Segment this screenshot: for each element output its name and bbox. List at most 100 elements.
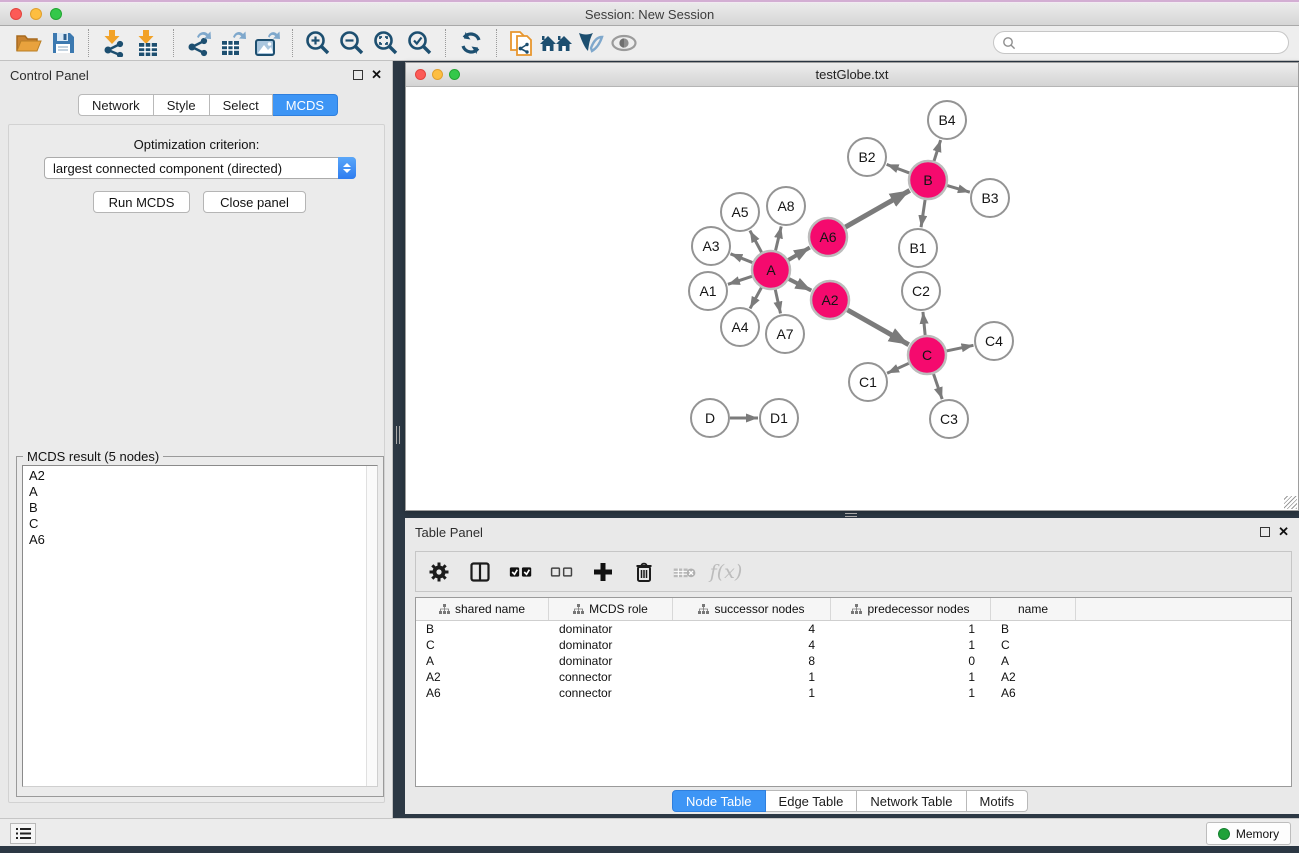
tab-style[interactable]: Style (154, 94, 210, 116)
close-window-button[interactable] (10, 8, 22, 20)
table-settings-button[interactable] (426, 559, 452, 585)
close-panel-button[interactable]: Close panel (203, 191, 306, 213)
graph-edge-C-C1[interactable] (887, 363, 909, 373)
network-file-button[interactable] (505, 28, 539, 58)
graph-edge-A-A1[interactable] (728, 276, 752, 284)
graph-node-C1[interactable]: C1 (849, 363, 887, 401)
graph-node-A7[interactable]: A7 (766, 315, 804, 353)
show-column-button[interactable] (467, 559, 493, 585)
minimize-network-window-button[interactable] (432, 69, 443, 80)
graph-edge-A-A8[interactable] (776, 226, 782, 250)
graph-node-D1[interactable]: D1 (760, 399, 798, 437)
close-network-window-button[interactable] (415, 69, 426, 80)
graph-node-B[interactable]: B (909, 161, 947, 199)
graph-edge-B-B2[interactable] (887, 164, 910, 173)
mcds-result-item[interactable]: A2 (23, 468, 365, 484)
float-panel-icon[interactable] (1260, 527, 1270, 537)
zoom-in-button[interactable] (301, 28, 335, 58)
table-splitter-grip[interactable] (845, 513, 857, 517)
import-network-button[interactable] (97, 28, 131, 58)
tab-edge-table[interactable]: Edge Table (766, 790, 858, 812)
list-scrollbar[interactable] (366, 466, 377, 786)
graph-edge-A-A6[interactable] (788, 248, 810, 260)
close-panel-icon[interactable]: ✕ (1278, 527, 1289, 537)
network-canvas[interactable]: B4B2BB3A5A8A6A3B1AA1A2C2A4A7C4CC1C3DD1 (406, 87, 1298, 510)
tab-mcds[interactable]: MCDS (273, 94, 338, 116)
home-button[interactable] (539, 28, 573, 58)
import-table-button[interactable] (131, 28, 165, 58)
graph-edge-C-C2[interactable] (923, 312, 925, 335)
table-row[interactable]: A2connector11A2 (416, 669, 1291, 685)
graph-edge-C-C3[interactable] (934, 374, 943, 399)
graph-node-A5[interactable]: A5 (721, 193, 759, 231)
tab-network[interactable]: Network (78, 94, 154, 116)
export-image-button[interactable] (250, 28, 284, 58)
style-editor-button[interactable] (573, 28, 607, 58)
graph-node-C[interactable]: C (908, 336, 946, 374)
network-window-titlebar[interactable]: testGlobe.txt (406, 63, 1298, 87)
graph-node-A3[interactable]: A3 (692, 227, 730, 265)
search-field[interactable] (993, 31, 1289, 54)
window-resize-grip[interactable] (1284, 496, 1297, 509)
graph-node-A[interactable]: A (752, 251, 790, 289)
delete-table-button[interactable] (672, 559, 698, 585)
zoom-selected-button[interactable] (403, 28, 437, 58)
graph-edge-B-B4[interactable] (934, 140, 941, 161)
graph-edge-A-A5[interactable] (750, 231, 762, 253)
table-row[interactable]: Adominator80A (416, 653, 1291, 669)
memory-button[interactable]: Memory (1206, 822, 1291, 845)
graph-node-A4[interactable]: A4 (721, 308, 759, 346)
unselect-all-button[interactable] (549, 559, 575, 585)
refresh-button[interactable] (454, 28, 488, 58)
panel-splitter-grip[interactable] (396, 426, 402, 444)
mcds-result-item[interactable]: A6 (23, 532, 365, 548)
maximize-network-window-button[interactable] (449, 69, 460, 80)
save-session-button[interactable] (46, 28, 80, 58)
graph-node-A8[interactable]: A8 (767, 187, 805, 225)
minimize-window-button[interactable] (30, 8, 42, 20)
graph-edge-B-B1[interactable] (921, 200, 925, 227)
graph-edge-A-A3[interactable] (730, 254, 752, 263)
graph-node-A6[interactable]: A6 (809, 218, 847, 256)
tab-select[interactable]: Select (210, 94, 273, 116)
open-session-button[interactable] (12, 28, 46, 58)
table-row[interactable]: Bdominator41B (416, 621, 1291, 637)
graph-node-A1[interactable]: A1 (689, 272, 727, 310)
graph-edge-A2-C[interactable] (847, 310, 908, 345)
table-row[interactable]: A6connector11A6 (416, 685, 1291, 701)
delete-column-button[interactable] (631, 559, 657, 585)
tab-motifs[interactable]: Motifs (967, 790, 1029, 812)
add-column-button[interactable] (590, 559, 616, 585)
run-mcds-button[interactable]: Run MCDS (93, 191, 190, 213)
tab-network-table[interactable]: Network Table (857, 790, 966, 812)
graph-edge-C-C4[interactable] (947, 345, 974, 351)
float-panel-icon[interactable] (353, 70, 363, 80)
graph-node-C2[interactable]: C2 (902, 272, 940, 310)
search-input[interactable] (1016, 33, 1288, 52)
show-hide-button[interactable] (607, 28, 641, 58)
mcds-result-item[interactable]: C (23, 516, 365, 532)
graph-edge-A-A7[interactable] (775, 290, 780, 314)
column-header-name[interactable]: name (991, 598, 1076, 620)
zoom-out-button[interactable] (335, 28, 369, 58)
column-header-predecessor-nodes[interactable]: predecessor nodes (831, 598, 991, 620)
graph-node-A2[interactable]: A2 (811, 281, 849, 319)
function-builder-button[interactable]: f(x) (713, 559, 739, 585)
graph-edge-A-A4[interactable] (750, 288, 761, 309)
close-panel-icon[interactable]: ✕ (371, 70, 382, 80)
table-row[interactable]: Cdominator41C (416, 637, 1291, 653)
select-all-button[interactable] (508, 559, 534, 585)
task-history-button[interactable] (10, 823, 36, 844)
column-header-successor-nodes[interactable]: successor nodes (673, 598, 831, 620)
graph-node-C4[interactable]: C4 (975, 322, 1013, 360)
graph-node-C3[interactable]: C3 (930, 400, 968, 438)
export-table-button[interactable] (216, 28, 250, 58)
graph-edge-A6-B[interactable] (845, 190, 909, 227)
graph-edge-B-B3[interactable] (947, 186, 970, 193)
export-network-button[interactable] (182, 28, 216, 58)
graph-node-B1[interactable]: B1 (899, 229, 937, 267)
mcds-result-list[interactable]: A2ABCA6 (22, 465, 378, 787)
maximize-window-button[interactable] (50, 8, 62, 20)
column-header-MCDS-role[interactable]: MCDS role (549, 598, 673, 620)
mcds-result-item[interactable]: B (23, 500, 365, 516)
